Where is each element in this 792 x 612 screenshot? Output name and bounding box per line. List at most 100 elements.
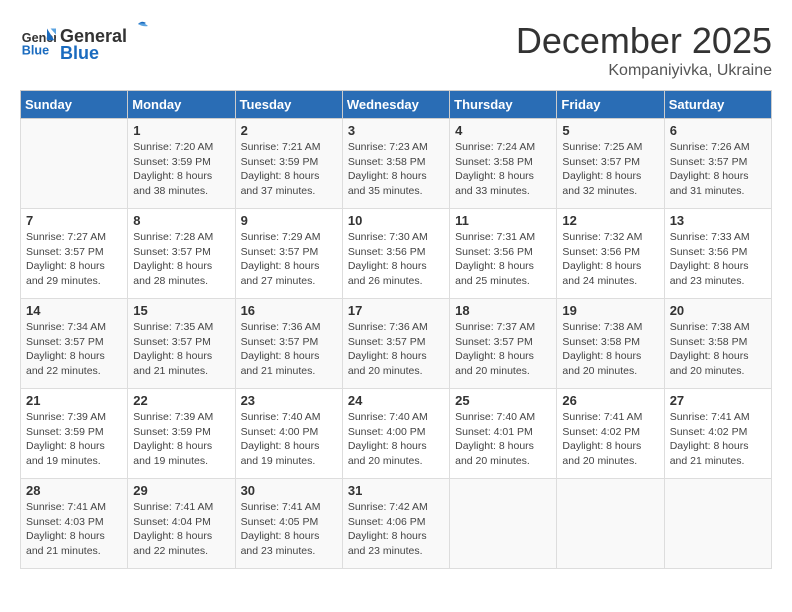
day-number: 4 [455,123,551,138]
day-number: 23 [241,393,337,408]
day-info: Sunrise: 7:32 AM Sunset: 3:56 PM Dayligh… [562,230,658,289]
day-number: 9 [241,213,337,228]
day-number: 16 [241,303,337,318]
calendar-cell: 23 Sunrise: 7:40 AM Sunset: 4:00 PM Dayli… [235,389,342,479]
day-number: 21 [26,393,122,408]
day-info: Sunrise: 7:31 AM Sunset: 3:56 PM Dayligh… [455,230,551,289]
calendar-cell [21,119,128,209]
day-number: 11 [455,213,551,228]
day-info: Sunrise: 7:40 AM Sunset: 4:00 PM Dayligh… [241,410,337,469]
calendar-cell: 7 Sunrise: 7:27 AM Sunset: 3:57 PM Daylig… [21,209,128,299]
logo: General Blue General Blue [20,20,149,64]
svg-text:Blue: Blue [22,44,49,58]
day-number: 7 [26,213,122,228]
day-number: 27 [670,393,766,408]
day-info: Sunrise: 7:42 AM Sunset: 4:06 PM Dayligh… [348,500,444,559]
day-info: Sunrise: 7:30 AM Sunset: 3:56 PM Dayligh… [348,230,444,289]
day-info: Sunrise: 7:38 AM Sunset: 3:58 PM Dayligh… [670,320,766,379]
page-header: General Blue General Blue December 2025 … [20,20,772,80]
day-info: Sunrise: 7:39 AM Sunset: 3:59 PM Dayligh… [133,410,229,469]
day-number: 19 [562,303,658,318]
day-info: Sunrise: 7:41 AM Sunset: 4:05 PM Dayligh… [241,500,337,559]
day-info: Sunrise: 7:34 AM Sunset: 3:57 PM Dayligh… [26,320,122,379]
calendar-cell: 27Sunrise: 7:41 AM Sunset: 4:02 PM Dayli… [664,389,771,479]
header-cell-monday: Monday [128,91,235,119]
day-number: 12 [562,213,658,228]
calendar-header: SundayMondayTuesdayWednesdayThursdayFrid… [21,91,772,119]
day-info: Sunrise: 7:23 AM Sunset: 3:58 PM Dayligh… [348,140,444,199]
month-title: December 2025 [516,20,772,62]
calendar-body: 1 Sunrise: 7:20 AM Sunset: 3:59 PM Daylig… [21,119,772,569]
calendar-week-3: 14 Sunrise: 7:34 AM Sunset: 3:57 PM Dayli… [21,299,772,389]
day-info: Sunrise: 7:20 AM Sunset: 3:59 PM Dayligh… [133,140,229,199]
day-info: Sunrise: 7:38 AM Sunset: 3:58 PM Dayligh… [562,320,658,379]
calendar-cell [557,479,664,569]
day-info: Sunrise: 7:40 AM Sunset: 4:00 PM Dayligh… [348,410,444,469]
day-info: Sunrise: 7:27 AM Sunset: 3:57 PM Dayligh… [26,230,122,289]
calendar-cell: 4 Sunrise: 7:24 AM Sunset: 3:58 PM Daylig… [450,119,557,209]
calendar-cell: 29Sunrise: 7:41 AM Sunset: 4:04 PM Dayli… [128,479,235,569]
day-number: 25 [455,393,551,408]
header-cell-wednesday: Wednesday [342,91,449,119]
calendar-cell: 18 Sunrise: 7:37 AM Sunset: 3:57 PM Dayli… [450,299,557,389]
calendar-cell: 1 Sunrise: 7:20 AM Sunset: 3:59 PM Daylig… [128,119,235,209]
day-number: 29 [133,483,229,498]
day-number: 24 [348,393,444,408]
day-number: 18 [455,303,551,318]
day-number: 26 [562,393,658,408]
calendar-cell: 13 Sunrise: 7:33 AM Sunset: 3:56 PM Dayli… [664,209,771,299]
calendar-cell: 28 Sunrise: 7:41 AM Sunset: 4:03 PM Dayli… [21,479,128,569]
day-number: 14 [26,303,122,318]
calendar-cell: 15 Sunrise: 7:35 AM Sunset: 3:57 PM Dayli… [128,299,235,389]
day-number: 28 [26,483,122,498]
calendar-table: SundayMondayTuesdayWednesdayThursdayFrid… [20,90,772,569]
calendar-cell [664,479,771,569]
header-cell-thursday: Thursday [450,91,557,119]
calendar-cell: 20 Sunrise: 7:38 AM Sunset: 3:58 PM Dayli… [664,299,771,389]
day-info: Sunrise: 7:41 AM Sunset: 4:02 PM Dayligh… [562,410,658,469]
calendar-cell: 2Sunrise: 7:21 AM Sunset: 3:59 PM Daylig… [235,119,342,209]
calendar-cell: 8Sunrise: 7:28 AM Sunset: 3:57 PM Daylig… [128,209,235,299]
day-number: 6 [670,123,766,138]
logo-bird-icon [128,20,148,42]
day-info: Sunrise: 7:26 AM Sunset: 3:57 PM Dayligh… [670,140,766,199]
calendar-cell: 10 Sunrise: 7:30 AM Sunset: 3:56 PM Dayli… [342,209,449,299]
day-number: 15 [133,303,229,318]
day-number: 13 [670,213,766,228]
logo-icon: General Blue [20,24,56,60]
calendar-cell: 3 Sunrise: 7:23 AM Sunset: 3:58 PM Daylig… [342,119,449,209]
calendar-cell: 22Sunrise: 7:39 AM Sunset: 3:59 PM Dayli… [128,389,235,479]
day-info: Sunrise: 7:33 AM Sunset: 3:56 PM Dayligh… [670,230,766,289]
calendar-cell: 11 Sunrise: 7:31 AM Sunset: 3:56 PM Dayli… [450,209,557,299]
day-info: Sunrise: 7:28 AM Sunset: 3:57 PM Dayligh… [133,230,229,289]
day-info: Sunrise: 7:41 AM Sunset: 4:03 PM Dayligh… [26,500,122,559]
calendar-cell: 5 Sunrise: 7:25 AM Sunset: 3:57 PM Daylig… [557,119,664,209]
day-number: 5 [562,123,658,138]
day-info: Sunrise: 7:39 AM Sunset: 3:59 PM Dayligh… [26,410,122,469]
day-info: Sunrise: 7:29 AM Sunset: 3:57 PM Dayligh… [241,230,337,289]
day-info: Sunrise: 7:21 AM Sunset: 3:59 PM Dayligh… [241,140,337,199]
header-row: SundayMondayTuesdayWednesdayThursdayFrid… [21,91,772,119]
calendar-cell [450,479,557,569]
day-info: Sunrise: 7:25 AM Sunset: 3:57 PM Dayligh… [562,140,658,199]
calendar-cell: 17 Sunrise: 7:36 AM Sunset: 3:57 PM Dayli… [342,299,449,389]
calendar-cell: 26 Sunrise: 7:41 AM Sunset: 4:02 PM Dayli… [557,389,664,479]
calendar-cell: 9 Sunrise: 7:29 AM Sunset: 3:57 PM Daylig… [235,209,342,299]
day-number: 17 [348,303,444,318]
calendar-week-1: 1 Sunrise: 7:20 AM Sunset: 3:59 PM Daylig… [21,119,772,209]
day-info: Sunrise: 7:24 AM Sunset: 3:58 PM Dayligh… [455,140,551,199]
calendar-week-2: 7 Sunrise: 7:27 AM Sunset: 3:57 PM Daylig… [21,209,772,299]
calendar-cell: 24 Sunrise: 7:40 AM Sunset: 4:00 PM Dayli… [342,389,449,479]
day-number: 10 [348,213,444,228]
calendar-week-4: 21 Sunrise: 7:39 AM Sunset: 3:59 PM Dayli… [21,389,772,479]
day-info: Sunrise: 7:37 AM Sunset: 3:57 PM Dayligh… [455,320,551,379]
day-number: 1 [133,123,229,138]
calendar-cell: 6 Sunrise: 7:26 AM Sunset: 3:57 PM Daylig… [664,119,771,209]
day-info: Sunrise: 7:36 AM Sunset: 3:57 PM Dayligh… [241,320,337,379]
calendar-week-5: 28 Sunrise: 7:41 AM Sunset: 4:03 PM Dayli… [21,479,772,569]
day-info: Sunrise: 7:36 AM Sunset: 3:57 PM Dayligh… [348,320,444,379]
location-subtitle: Kompaniyivka, Ukraine [516,62,772,80]
day-number: 20 [670,303,766,318]
day-number: 3 [348,123,444,138]
day-info: Sunrise: 7:35 AM Sunset: 3:57 PM Dayligh… [133,320,229,379]
